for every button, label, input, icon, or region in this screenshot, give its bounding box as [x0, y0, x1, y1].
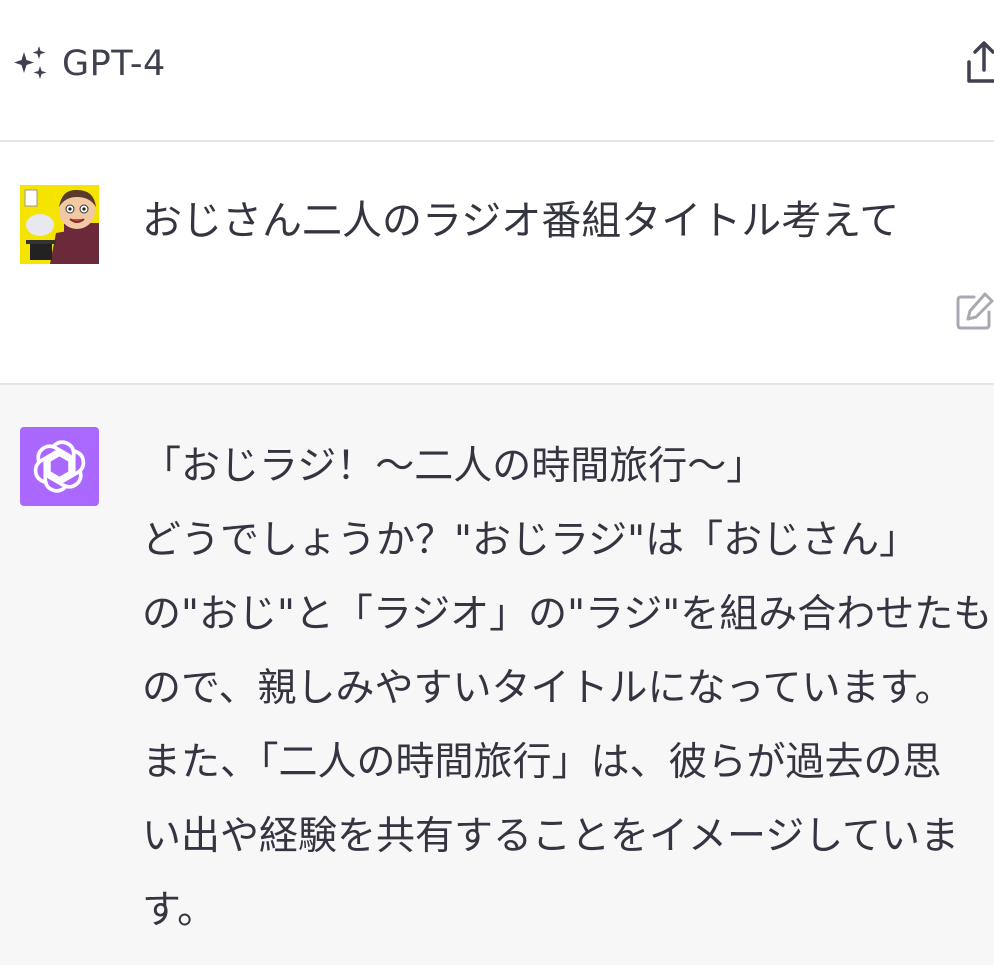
assistant-line: す。	[142, 888, 217, 933]
assistant-line: の"おじ"と「ラジオ」の"ラジ"を組み合わせたも	[142, 592, 993, 637]
edit-icon[interactable]	[954, 290, 994, 332]
assistant-line: ので、親しみやすいタイトルになっています。	[142, 666, 954, 711]
openai-logo-icon	[33, 440, 86, 493]
assistant-line: また、「二人の時間旅行」は、彼らが過去の思	[142, 740, 942, 785]
assistant-message-text: 「おじラジ！～二人の時間旅行～」 どうでしょうか？"おじラジ"は「おじさん」 の…	[142, 430, 994, 948]
assistant-line: 「おじラジ！～二人の時間旅行～」	[142, 444, 766, 489]
sparkle-icon	[14, 46, 47, 79]
assistant-message-row: 「おじラジ！～二人の時間旅行～」 どうでしょうか？"おじラジ"は「おじさん」 の…	[0, 385, 994, 965]
user-avatar	[20, 185, 99, 264]
model-name[interactable]: GPT-4	[62, 44, 166, 84]
user-avatar-image	[20, 185, 99, 264]
top-bar: GPT-4	[0, 0, 994, 142]
user-message-row: おじさん二人のラジオ番組タイトル考えて	[0, 142, 994, 385]
share-icon[interactable]	[964, 40, 994, 86]
assistant-avatar	[20, 427, 99, 506]
user-message-text: おじさん二人のラジオ番組タイトル考えて	[142, 198, 900, 244]
assistant-line: どうでしょうか？"おじラジ"は「おじさん」	[142, 518, 919, 563]
chat-page: GPT-4 おじさん二人のラジオ番組タイトル考えて 「おじラジ！～二人の時間旅行…	[0, 0, 994, 965]
assistant-line: い出や経験を共有することをイメージしていま	[142, 814, 960, 859]
